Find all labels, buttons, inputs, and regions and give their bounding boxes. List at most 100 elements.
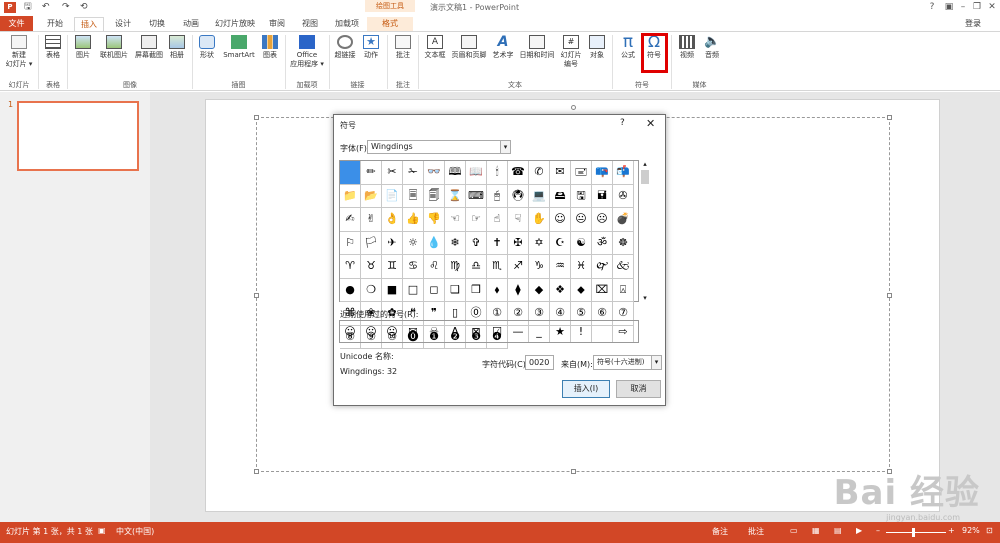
recent-symbol-cell[interactable]	[592, 321, 613, 342]
table-button[interactable]: 表格	[42, 35, 64, 60]
help-icon[interactable]: ?	[925, 1, 939, 13]
symbol-cell[interactable]: ✞	[466, 231, 487, 255]
spellcheck-icon[interactable]: ▣	[98, 526, 106, 535]
shapes-button[interactable]: 形状	[196, 35, 218, 60]
symbol-cell[interactable]: ✏	[361, 161, 382, 185]
symbol-cell[interactable]: ❍	[361, 278, 382, 302]
recent-symbol-cell[interactable]: ☑	[487, 321, 508, 342]
symbol-cell[interactable]: 👓	[424, 161, 445, 185]
symbol-cell[interactable]: ⬧	[487, 278, 508, 302]
zoom-slider[interactable]	[886, 532, 946, 533]
chevron-down-icon[interactable]: ▾	[651, 356, 661, 369]
symbol-cell[interactable]: ⌛	[445, 184, 466, 208]
symbol-cell[interactable]: ❖	[550, 278, 571, 302]
scrollbar-thumb[interactable]	[641, 170, 649, 184]
symbol-cell[interactable]: ❒	[466, 278, 487, 302]
resize-handle[interactable]	[254, 115, 259, 120]
zoom-slider-thumb[interactable]	[912, 528, 915, 537]
resize-handle[interactable]	[571, 469, 576, 474]
symbol-cell[interactable]: ✂	[382, 161, 403, 185]
wordart-button[interactable]: A 艺术字	[489, 35, 517, 60]
minimize-button[interactable]: –	[956, 1, 970, 13]
resize-handle[interactable]	[887, 115, 892, 120]
chart-button[interactable]: 图表	[259, 35, 281, 60]
symbol-cell[interactable]: 💻	[529, 184, 550, 208]
resize-handle[interactable]	[254, 469, 259, 474]
symbol-cell[interactable]: ✉	[550, 161, 571, 185]
office-apps-button[interactable]: Office 应用程序 ▾	[289, 35, 325, 69]
symbol-cell[interactable]: ⍓	[613, 278, 634, 302]
symbol-cell[interactable]: ◆	[529, 278, 550, 302]
object-button[interactable]: 对象	[586, 35, 608, 60]
symbol-cell[interactable]: ☟	[508, 208, 529, 232]
tab-format[interactable]: 格式	[367, 17, 413, 31]
recent-symbol-cell[interactable]: _	[529, 321, 550, 342]
symbol-cell[interactable]: ☯	[571, 231, 592, 255]
symbol-cell[interactable]: ✇	[613, 184, 634, 208]
symbol-cell[interactable]: 🙵	[613, 255, 634, 279]
comments-button[interactable]: 批注	[748, 526, 764, 537]
symbol-cell[interactable]: ♋	[403, 255, 424, 279]
login-link[interactable]: 登录	[965, 18, 981, 29]
symbol-cell[interactable]: ☝	[487, 208, 508, 232]
start-from-beginning-button[interactable]: ⟲	[80, 1, 88, 14]
symbol-cell[interactable]: 🖬	[592, 184, 613, 208]
tab-file[interactable]: 文件	[0, 16, 33, 31]
video-button[interactable]: 视频	[676, 35, 698, 60]
symbol-cell[interactable]: ■	[382, 278, 403, 302]
recent-symbol-cell[interactable]: ★	[550, 321, 571, 342]
action-button[interactable]: ★ 动作	[360, 35, 382, 60]
album-button[interactable]: 相册	[166, 35, 188, 60]
fit-slide-icon[interactable]: ⊡	[986, 526, 993, 535]
symbol-cell[interactable]: ❄	[445, 231, 466, 255]
recent-symbol-cell[interactable]: ⊠	[466, 321, 487, 342]
recent-symbol-cell[interactable]: ✉	[403, 321, 424, 342]
header-footer-button[interactable]: 页眉和页脚	[450, 35, 488, 60]
symbol-cell[interactable]: 🕮	[445, 161, 466, 185]
symbol-cell[interactable]: 📖	[466, 161, 487, 185]
tab-transitions[interactable]: 切换	[142, 17, 172, 31]
dialog-close-button[interactable]: ✕	[646, 117, 655, 130]
symbol-cell[interactable]: 😐	[571, 208, 592, 232]
comment-button[interactable]: 批注	[392, 35, 414, 60]
equation-button[interactable]: π 公式	[616, 34, 640, 60]
symbol-cell[interactable]: ☼	[403, 231, 424, 255]
symbol-cell[interactable]: 📁	[340, 184, 361, 208]
save-icon[interactable]: 🖫	[24, 1, 32, 14]
charcode-input[interactable]: 0020	[525, 355, 554, 370]
recent-symbol-cell[interactable]: ☺	[340, 321, 361, 342]
hyperlink-button[interactable]: 超链接	[333, 35, 357, 60]
tab-home[interactable]: 开始	[40, 17, 70, 31]
insert-button[interactable]: 插入(I)	[562, 380, 610, 398]
symbol-cell[interactable]: ☎	[508, 161, 529, 185]
symbol-cell[interactable]: 📪	[592, 161, 613, 185]
symbol-cell[interactable]: 🖲	[508, 184, 529, 208]
symbol-cell[interactable]: ⌧	[592, 278, 613, 302]
symbol-cell[interactable]: 💣	[613, 208, 634, 232]
reading-view-icon[interactable]: ▤	[834, 526, 842, 535]
zoom-out-button[interactable]: –	[876, 526, 880, 535]
symbol-cell[interactable]: 👎	[424, 208, 445, 232]
tab-view[interactable]: 视图	[296, 17, 324, 31]
resize-handle[interactable]	[254, 293, 259, 298]
symbol-cell[interactable]: 🗏	[403, 184, 424, 208]
symbol-cell[interactable]: ⌨	[466, 184, 487, 208]
symbol-cell[interactable]: ☜	[445, 208, 466, 232]
symbol-cell[interactable]: 🙰	[592, 255, 613, 279]
symbol-cell[interactable]: ✍	[340, 208, 361, 232]
tab-slideshow[interactable]: 幻灯片放映	[210, 17, 260, 31]
symbol-cell[interactable]: ♏	[487, 255, 508, 279]
language-indicator[interactable]: 中文(中国)	[116, 526, 154, 537]
symbol-cell[interactable]: 🖃	[571, 161, 592, 185]
symbol-cell[interactable]: 💧	[424, 231, 445, 255]
symbol-cell[interactable]: ♓	[571, 255, 592, 279]
recent-symbol-cell[interactable]: ☹	[361, 321, 382, 342]
symbol-cell[interactable]: 👍	[403, 208, 424, 232]
symbol-cell[interactable]: 🏳	[361, 231, 382, 255]
symbol-cell[interactable]: ✝	[487, 231, 508, 255]
recent-symbol-cell[interactable]: !	[571, 321, 592, 342]
recent-symbol-cell[interactable]: ⇨	[613, 321, 634, 342]
symbol-cell[interactable]: ⚐	[340, 231, 361, 255]
symbol-cell[interactable]: ♍	[445, 255, 466, 279]
symbol-cell[interactable]: ♊	[382, 255, 403, 279]
